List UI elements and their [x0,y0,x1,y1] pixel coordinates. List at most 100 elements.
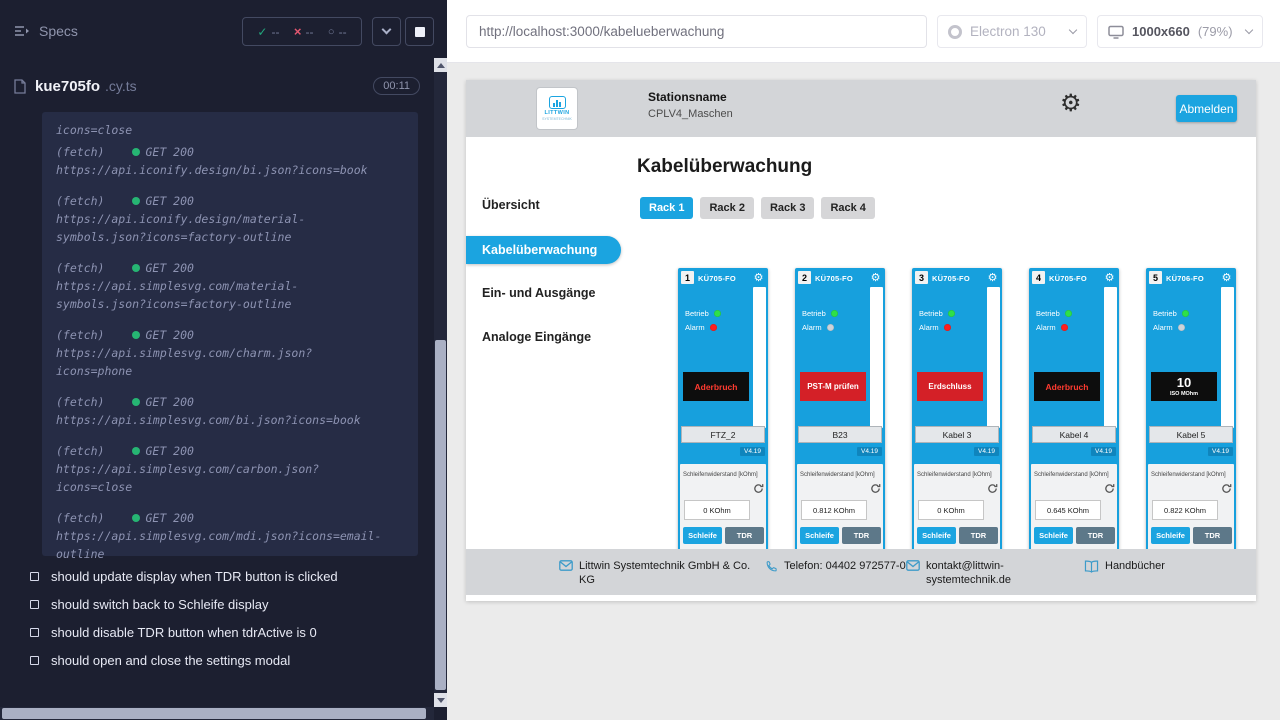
measurement-value: 0 KOhm [918,500,984,520]
betrieb-label: Betrieb [802,309,826,318]
log-entry[interactable]: (fetch)GET 200 https://api.iconify.desig… [56,143,404,179]
betrieb-led-row: Betrieb [685,309,721,318]
alarm-led-row: Alarm [685,323,717,332]
betrieb-label: Betrieb [919,309,943,318]
cable-name-field[interactable]: FTZ_2 [681,426,765,443]
log-entry[interactable]: (fetch)GET 200 https://api.simplesvg.com… [56,509,404,563]
browser-selector[interactable]: Electron 130 [937,15,1087,48]
settings-gear-icon[interactable]: ⚙ [1060,92,1082,116]
refresh-icon[interactable] [753,483,764,494]
page-title: Kabelüberwachung [637,156,812,178]
log-entry[interactable]: (fetch)GET 200 https://api.simplesvg.com… [56,442,404,496]
test-item[interactable]: should switch back to Schleife display [0,590,434,618]
refresh-icon[interactable] [1104,483,1115,494]
vertical-scrollbar[interactable] [434,58,447,707]
cable-name-field[interactable]: Kabel 3 [915,426,999,443]
refresh-icon[interactable] [987,483,998,494]
tab-rack-2[interactable]: Rack 2 [700,197,753,219]
device-settings-gear-icon[interactable]: ⚙ [751,270,766,285]
nav-kabelueberwachung[interactable]: Kabelüberwachung [466,236,621,264]
schleife-button[interactable]: Schleife [683,527,722,544]
refresh-icon[interactable] [1221,483,1232,494]
screen: Specs ✓-- ×-- ○-- kue705fo .cy.ts 00:11 … [0,0,1280,720]
nav-uebersicht[interactable]: Übersicht [466,191,619,219]
schleife-button[interactable]: Schleife [917,527,956,544]
log-entry[interactable]: (fetch)GET 200 https://api.iconify.desig… [56,192,404,246]
measurement-panel: Schleifenwiderstand [kOhm] 0.822 KOhm Sc… [1148,464,1234,552]
device-settings-gear-icon[interactable]: ⚙ [1102,270,1117,285]
viewport-icon [1108,25,1124,39]
log-command: (fetch) [56,143,104,161]
cable-name-field[interactable]: Kabel 5 [1149,426,1233,443]
nav-ein-und-ausgaenge[interactable]: Ein- und Ausgänge [466,279,619,307]
tab-rack-3[interactable]: Rack 3 [761,197,814,219]
vertical-scroll-thumb[interactable] [435,340,446,690]
schleife-button[interactable]: Schleife [800,527,839,544]
footer-email[interactable]: kontakt@littwin-systemtechnik.de [906,559,1051,587]
cable-name-field[interactable]: Kabel 4 [1032,426,1116,443]
footer-company[interactable]: Littwin Systemtechnik GmbH & Co. KG [559,559,757,587]
device-settings-gear-icon[interactable]: ⚙ [1219,270,1234,285]
alarm-led [827,324,834,331]
cable-name-field[interactable]: B23 [798,426,882,443]
tdr-button[interactable]: TDR [842,527,881,544]
chevron-down-icon [1069,26,1077,34]
tdr-button[interactable]: TDR [725,527,764,544]
test-box-icon [30,572,39,581]
log-command: (fetch) [56,393,104,411]
phone-icon [765,560,778,573]
spec-list-icon [14,24,30,38]
tdr-button[interactable]: TDR [959,527,998,544]
footer-manuals[interactable]: Handbücher [1084,559,1165,573]
log-entry[interactable]: (fetch)GET 200 https://api.simplesvg.com… [56,393,404,429]
device-settings-gear-icon[interactable]: ⚙ [985,270,1000,285]
horizontal-scrollbar[interactable] [0,707,434,720]
stop-run-button[interactable] [405,17,434,46]
log-entry[interactable]: (fetch)GET 200 https://api.simplesvg.com… [56,259,404,313]
logo-crane-icon [549,96,566,109]
tdr-button[interactable]: TDR [1076,527,1115,544]
tab-rack-1[interactable]: Rack 1 [640,197,693,219]
logout-button[interactable]: Abmelden [1176,95,1237,122]
alarm-label: Alarm [1036,323,1056,332]
device-side-strip [1221,287,1234,428]
measurement-panel: Schleifenwiderstand [kOhm] 0 KOhm Schlei… [914,464,1000,552]
tdr-button[interactable]: TDR [1193,527,1232,544]
spec-header[interactable]: kue705fo .cy.ts 00:11 [14,77,420,95]
scroll-down-button[interactable] [434,693,447,707]
test-item[interactable]: should disable TDR button when tdrActive… [0,618,434,646]
firmware-version: V4.19 [857,447,882,456]
footer-phone[interactable]: Telefon: 04402 972577-0 [765,559,912,573]
nav-analoge-eingaenge[interactable]: Analoge Eingänge [466,323,619,351]
collapse-all-button[interactable] [372,17,401,46]
schleife-button[interactable]: Schleife [1151,527,1190,544]
device-card-4: 4 KÜ705-FO ⚙ Betrieb Alarm Aderbruch Kab… [1029,268,1119,552]
log-entry[interactable]: (fetch)GET 200 https://api.simplesvg.com… [56,326,404,380]
device-model: KÜ705-FO [932,274,970,283]
alarm-led-row: Alarm [919,323,951,332]
device-side-strip [870,287,883,428]
logo-subtext: SYSTEMTECHNIK [542,118,572,122]
specs-menu-button[interactable]: Specs [14,23,78,39]
horizontal-scroll-thumb[interactable] [2,708,426,719]
scroll-up-button[interactable] [434,58,447,72]
schleife-button[interactable]: Schleife [1034,527,1073,544]
log-url: icons=phone [56,362,404,380]
log-command: (fetch) [56,192,104,210]
refresh-icon[interactable] [870,483,881,494]
status-dot-icon [132,197,140,205]
test-item[interactable]: should open and close the settings modal [0,646,434,674]
app-footer: Littwin Systemtechnik GmbH & Co. KG Tele… [466,549,1256,595]
firmware-version: V4.19 [740,447,765,456]
device-settings-gear-icon[interactable]: ⚙ [868,270,883,285]
log-url: symbols.json?icons=factory-outline [56,228,404,246]
firmware-version: V4.19 [1091,447,1116,456]
slot-number: 1 [681,271,694,284]
book-icon [1084,560,1099,573]
test-item[interactable]: should update display when TDR button is… [0,562,434,590]
mail-outline-icon [906,560,920,571]
url-input[interactable]: http://localhost:3000/kabelueberwachung [466,15,927,48]
betrieb-led-row: Betrieb [1036,309,1072,318]
tab-rack-4[interactable]: Rack 4 [821,197,874,219]
viewport-selector[interactable]: 1000x660 (79%) [1097,15,1263,48]
